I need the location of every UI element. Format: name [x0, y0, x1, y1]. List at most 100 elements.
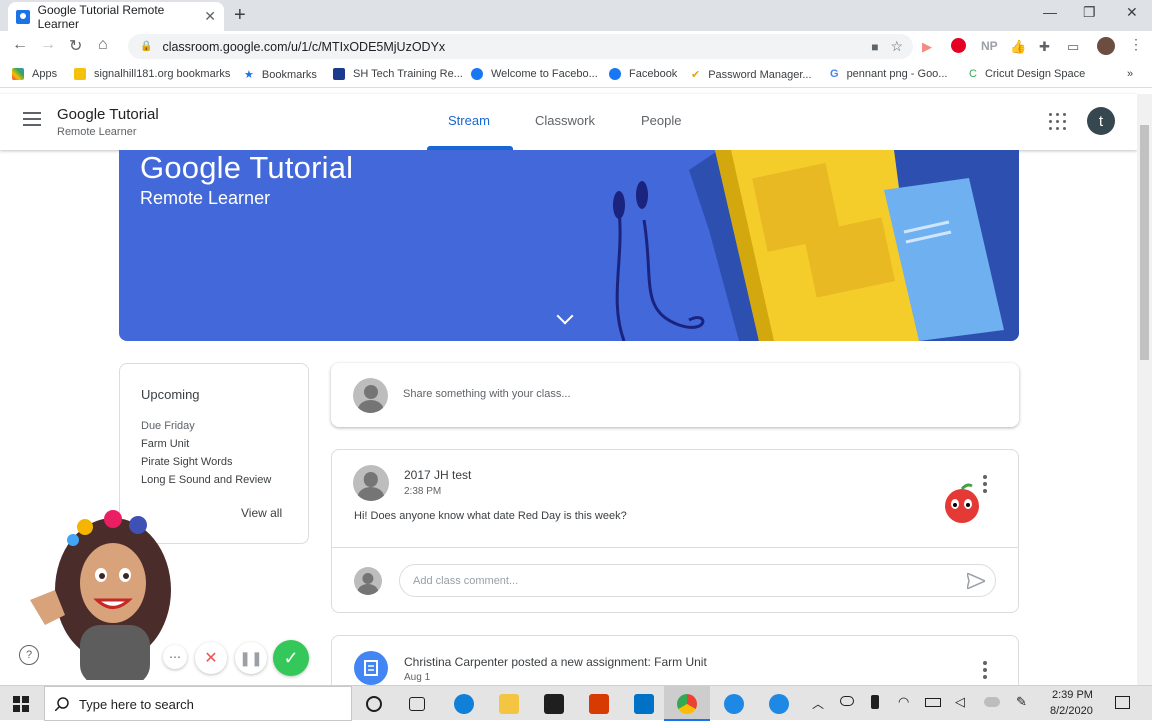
bookmark-pennant[interactable]: Gpennant png - Goo... [830, 68, 947, 80]
upcoming-item[interactable]: Long E Sound and Review [141, 474, 271, 486]
pinterest-icon[interactable] [951, 38, 966, 53]
reload-icon[interactable]: ↻ [69, 36, 82, 56]
battery-icon[interactable] [925, 698, 941, 707]
apple-sticker-icon [945, 483, 979, 523]
folder-icon [74, 68, 86, 80]
chevron-up-icon[interactable]: ︿ [812, 695, 824, 712]
taskbar-search-box[interactable]: Type here to search [44, 686, 352, 721]
chrome-taskbar-item[interactable] [664, 686, 710, 721]
post-author: 2017 JH test [404, 468, 472, 482]
bitmoji-avatar [30, 510, 171, 680]
bookmark-apps[interactable]: Apps [12, 68, 57, 80]
upcoming-item[interactable]: Pirate Sight Words [141, 456, 233, 468]
clock-time[interactable]: 2:39 PM [1052, 689, 1093, 701]
class-comment-input[interactable]: Add class comment... [399, 564, 996, 597]
star-icon[interactable]: ☆ [890, 38, 903, 55]
more-controls-icon[interactable]: ⋯ [163, 645, 187, 669]
mail-icon[interactable] [634, 694, 654, 714]
clock-date[interactable]: 8/2/2020 [1050, 705, 1093, 717]
user-avatar [353, 378, 388, 413]
office-icon[interactable] [589, 694, 609, 714]
forward-icon[interactable]: → [40, 36, 56, 54]
finish-recording-button[interactable]: ✓ [273, 640, 309, 676]
maximize-button[interactable]: ❐ [1083, 4, 1096, 21]
bookmark-signalhill[interactable]: signalhill181.org bookmarks [74, 68, 230, 80]
task-view-icon[interactable] [409, 697, 425, 711]
send-icon[interactable] [967, 573, 985, 589]
back-icon[interactable]: ← [12, 36, 28, 54]
microsoft-store-icon[interactable] [544, 694, 564, 714]
pen-icon[interactable]: ✎ [1016, 694, 1027, 710]
bookmark-label: signalhill181.org bookmarks [94, 68, 231, 80]
cancel-recording-button[interactable]: ✕ [195, 642, 227, 674]
main-menu-icon[interactable] [23, 112, 41, 126]
cricut-icon: C [969, 68, 977, 80]
upload-icon[interactable] [769, 694, 789, 714]
cast-icon[interactable]: ▭ [1067, 39, 1079, 55]
tab-stream[interactable]: Stream [448, 113, 490, 128]
notifications-icon[interactable] [1115, 696, 1130, 709]
browser-profile-avatar[interactable] [1097, 37, 1115, 55]
volume-icon[interactable]: ◁ [955, 694, 965, 710]
new-tab-button[interactable]: + [234, 4, 246, 27]
google-apps-icon[interactable] [1049, 113, 1066, 130]
stream-post: 2017 JH test 2:38 PM Hi! Does anyone kno… [331, 449, 1019, 613]
bookmark-sh-tech[interactable]: SH Tech Training Re... [333, 68, 463, 80]
comment-placeholder: Add class comment... [413, 575, 519, 587]
bookmark-label: Password Manager... [708, 68, 812, 81]
view-all-link[interactable]: View all [241, 506, 282, 520]
more-bookmarks-icon[interactable]: » [1127, 68, 1133, 80]
more-options-icon[interactable] [983, 475, 987, 493]
post-body: Hi! Does anyone know what date Red Day i… [354, 510, 627, 522]
pause-recording-button[interactable]: ❚❚ [235, 642, 267, 674]
bookmarks-bar: Apps signalhill181.org bookmarks ★ Bookma… [0, 62, 1152, 88]
browser-tab[interactable]: Google Tutorial Remote Learner ✕ [8, 2, 224, 31]
screencastify-icon[interactable]: ▶ [922, 39, 932, 55]
onedrive-icon[interactable] [840, 696, 854, 706]
class-title[interactable]: Google Tutorial [57, 106, 159, 123]
bookmark-bookmarks[interactable]: ★ Bookmarks [244, 68, 317, 82]
np-extension-icon[interactable]: NP [981, 39, 998, 53]
thumbs-up-icon[interactable]: 👍 [1010, 39, 1026, 55]
more-options-icon[interactable] [983, 661, 987, 679]
upcoming-item[interactable]: Farm Unit [141, 438, 189, 450]
class-banner: Google Tutorial Remote Learner [119, 150, 1019, 341]
post-divider [332, 547, 1018, 548]
bookmark-facebook[interactable]: Facebook [609, 68, 677, 80]
tab-classwork[interactable]: Classwork [535, 113, 595, 128]
facebook-icon [471, 68, 483, 80]
bookmark-label: Bookmarks [261, 68, 317, 81]
assignment-title[interactable]: Christina Carpenter posted a new assignm… [404, 655, 707, 669]
browser-tab-bar: Google Tutorial Remote Learner ✕ + — ❐ ✕ [0, 0, 1152, 31]
cortana-icon[interactable] [366, 696, 382, 712]
classroom-favicon-icon [16, 9, 30, 24]
lock-icon[interactable]: 🔒 [140, 41, 152, 52]
camera-icon[interactable]: ■ [871, 40, 878, 54]
bookmark-welcome-facebook[interactable]: Welcome to Facebo... [471, 68, 598, 80]
share-box[interactable]: Share something with your class... [331, 363, 1019, 427]
tab-people[interactable]: People [641, 113, 681, 128]
home-icon[interactable]: ⌂ [98, 36, 108, 54]
close-tab-icon[interactable]: ✕ [204, 8, 216, 25]
close-window-button[interactable]: ✕ [1126, 4, 1138, 21]
minimize-button[interactable]: — [1043, 4, 1057, 20]
windows-start-icon[interactable] [13, 696, 29, 712]
extensions-puzzle-icon[interactable]: ✚ [1039, 39, 1050, 55]
wifi-icon[interactable]: ◠ [898, 694, 909, 710]
share-placeholder[interactable]: Share something with your class... [403, 388, 571, 400]
account-avatar[interactable]: t [1087, 107, 1115, 135]
device-icon[interactable] [871, 695, 879, 709]
scrollbar-thumb[interactable] [1140, 125, 1149, 360]
checkmark-icon: ✔ [691, 69, 701, 81]
bookmark-label: Apps [32, 68, 58, 80]
file-explorer-icon[interactable] [499, 694, 519, 714]
help-icon[interactable]: ? [19, 645, 39, 665]
edge-icon[interactable] [454, 694, 474, 714]
address-bar[interactable]: 🔒 classroom.google.com/u/1/c/MTIxODE5MjU… [128, 34, 913, 59]
apps-grid-icon [12, 68, 24, 80]
browser-menu-icon[interactable]: ⋮ [1129, 36, 1143, 53]
bookmark-password-manager[interactable]: ✔ Password Manager... [691, 68, 812, 82]
app-icon[interactable] [724, 694, 744, 714]
cloud-icon[interactable] [984, 697, 1000, 707]
bookmark-cricut[interactable]: C Cricut Design Space [969, 68, 1085, 80]
